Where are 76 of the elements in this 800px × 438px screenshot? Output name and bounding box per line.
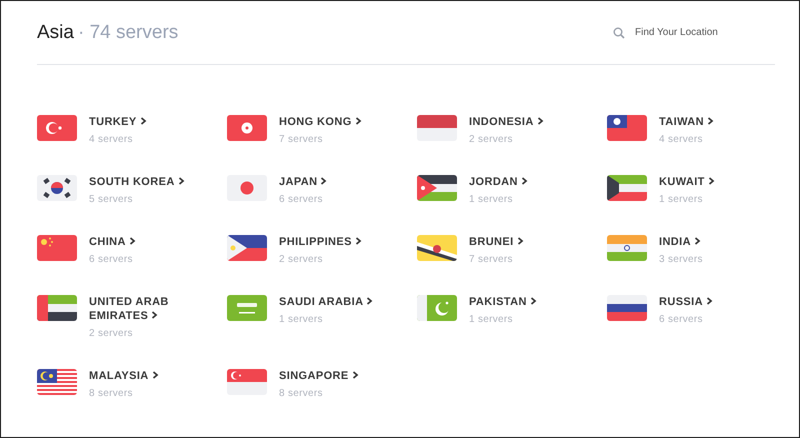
server-count: 6 servers <box>659 314 704 325</box>
chevron-icon <box>530 297 537 305</box>
flag-icon <box>37 235 77 261</box>
flag-icon <box>607 115 647 141</box>
server-count: 1 servers <box>279 314 324 325</box>
country-link[interactable]: JORDAN <box>469 175 528 189</box>
flag-icon <box>417 175 457 201</box>
country-link[interactable]: INDONESIA <box>469 115 544 129</box>
chevron-icon <box>354 117 362 125</box>
chevron-icon <box>354 237 362 245</box>
country-link[interactable]: BRUNEI <box>469 235 524 249</box>
country-link[interactable]: MALAYSIA <box>89 369 159 383</box>
flag-icon <box>227 175 267 201</box>
chevron-icon <box>140 117 147 125</box>
flag-icon <box>37 369 77 395</box>
flag-icon <box>607 175 647 201</box>
chevron-icon <box>706 297 713 305</box>
flag-icon <box>227 295 267 321</box>
server-count: 4 servers <box>89 134 134 145</box>
chevron-icon <box>694 237 701 245</box>
flag-icon <box>227 369 267 395</box>
country-link[interactable]: SOUTH KOREA <box>89 175 185 189</box>
flag-icon <box>37 115 77 141</box>
server-count: 2 servers <box>279 254 324 265</box>
chevron-icon <box>152 371 159 379</box>
search-icon <box>613 26 625 38</box>
country-link[interactable]: RUSSIA <box>659 295 713 309</box>
flag-icon <box>227 115 267 141</box>
country-link[interactable]: KUWAIT <box>659 175 715 189</box>
chevron-icon <box>128 237 136 245</box>
server-count: 5 servers <box>89 194 134 205</box>
chevron-icon <box>520 177 528 185</box>
flag-icon <box>37 175 77 201</box>
chevron-icon <box>320 177 328 185</box>
country-link[interactable]: HONG KONG <box>279 115 362 129</box>
region-title: Asia <box>37 22 74 42</box>
chevron-icon <box>536 117 544 125</box>
country-link[interactable]: PHILIPPINES <box>279 235 362 249</box>
server-count: 1 servers <box>469 314 514 325</box>
server-count: 3 servers <box>659 254 703 265</box>
server-count: 4 servers <box>659 134 704 145</box>
server-count: 6 servers <box>89 254 134 265</box>
flag-icon <box>37 295 77 321</box>
country-link[interactable]: JAPAN <box>279 175 328 189</box>
search-field[interactable]: Find Your Location <box>635 27 755 38</box>
chevron-icon <box>366 297 374 305</box>
server-count: 1 servers <box>469 194 514 205</box>
server-count: 7 servers <box>279 134 324 145</box>
server-count: · 74 servers <box>78 22 178 42</box>
flag-icon <box>607 295 647 321</box>
server-count: 2 servers <box>469 134 514 145</box>
server-count: 1 servers <box>659 194 704 205</box>
flag-icon <box>417 235 457 261</box>
server-count: 2 servers <box>89 328 134 339</box>
server-count: 6 servers <box>279 194 324 205</box>
country-link[interactable]: UNITED ARAB EMIRATES <box>89 295 207 323</box>
chevron-icon <box>178 177 185 185</box>
country-link[interactable]: TURKEY <box>89 115 147 129</box>
chevron-icon <box>516 237 524 245</box>
country-link[interactable]: TAIWAN <box>659 115 714 129</box>
flag-icon <box>227 235 267 261</box>
country-link[interactable]: SINGAPORE <box>279 369 359 383</box>
flag-icon <box>417 295 457 321</box>
chevron-icon <box>706 117 714 125</box>
chevron-icon <box>151 311 158 319</box>
country-link[interactable]: SAUDI ARABIA <box>279 295 374 309</box>
chevron-icon <box>708 177 715 185</box>
server-count: 8 servers <box>89 388 134 399</box>
country-link[interactable]: CHINA <box>89 235 136 249</box>
flag-icon <box>417 115 457 141</box>
flag-icon <box>607 235 647 261</box>
server-count: 7 servers <box>469 254 514 265</box>
country-link[interactable]: INDIA <box>659 235 703 249</box>
server-count: 8 servers <box>279 388 324 399</box>
chevron-icon <box>352 371 359 379</box>
country-link[interactable]: PAKISTAN <box>469 295 537 309</box>
